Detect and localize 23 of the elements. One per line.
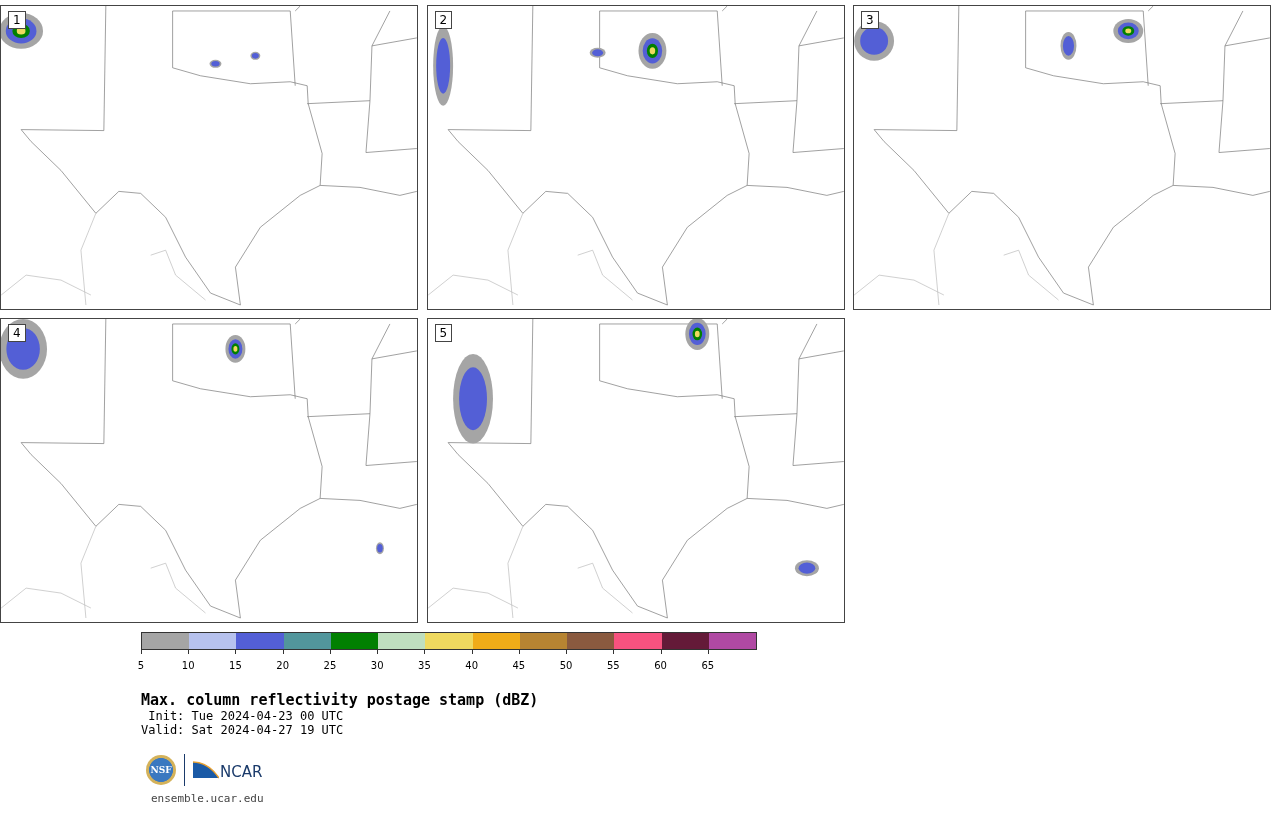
colorbar-tick-label: 65 — [701, 660, 715, 671]
colorbar-tick-label: 50 — [559, 660, 573, 671]
swoosh-logo-icon — [193, 760, 219, 780]
panel-number: 4 — [8, 324, 26, 342]
panel-number: 1 — [8, 11, 26, 29]
website-link[interactable]: ensemble.ucar.edu — [151, 792, 264, 805]
colorbar-tick-label: 40 — [465, 660, 478, 671]
colorbar-tick-label: 25 — [323, 660, 337, 671]
colorbar-tick-label: 60 — [654, 660, 667, 671]
init-time: Init: Tue 2024-04-23 00 UTC — [147, 709, 345, 723]
colorbar-tick-label: 35 — [418, 660, 431, 671]
chart-title: Max. column reflectivity postage stamp (dBZ) — [141, 691, 540, 709]
colorbar-tick-label: 10 — [181, 660, 195, 671]
colorbar-tick-label: 55 — [607, 660, 620, 671]
colorbar-tick-label: 5 — [137, 660, 145, 671]
valid-time: Valid: Sat 2024-04-27 19 UTC — [141, 723, 345, 737]
colorbar-tick-label: 20 — [276, 660, 290, 671]
colorbar-tick-label: 30 — [370, 660, 384, 671]
logo-wordmark: NCAR — [220, 764, 263, 780]
seal-logo-icon: NSF — [146, 755, 176, 785]
colorbar-tick-label: 45 — [512, 660, 526, 671]
colorbar-tick-label: 15 — [229, 660, 242, 671]
panel-number: 3 — [861, 11, 879, 29]
